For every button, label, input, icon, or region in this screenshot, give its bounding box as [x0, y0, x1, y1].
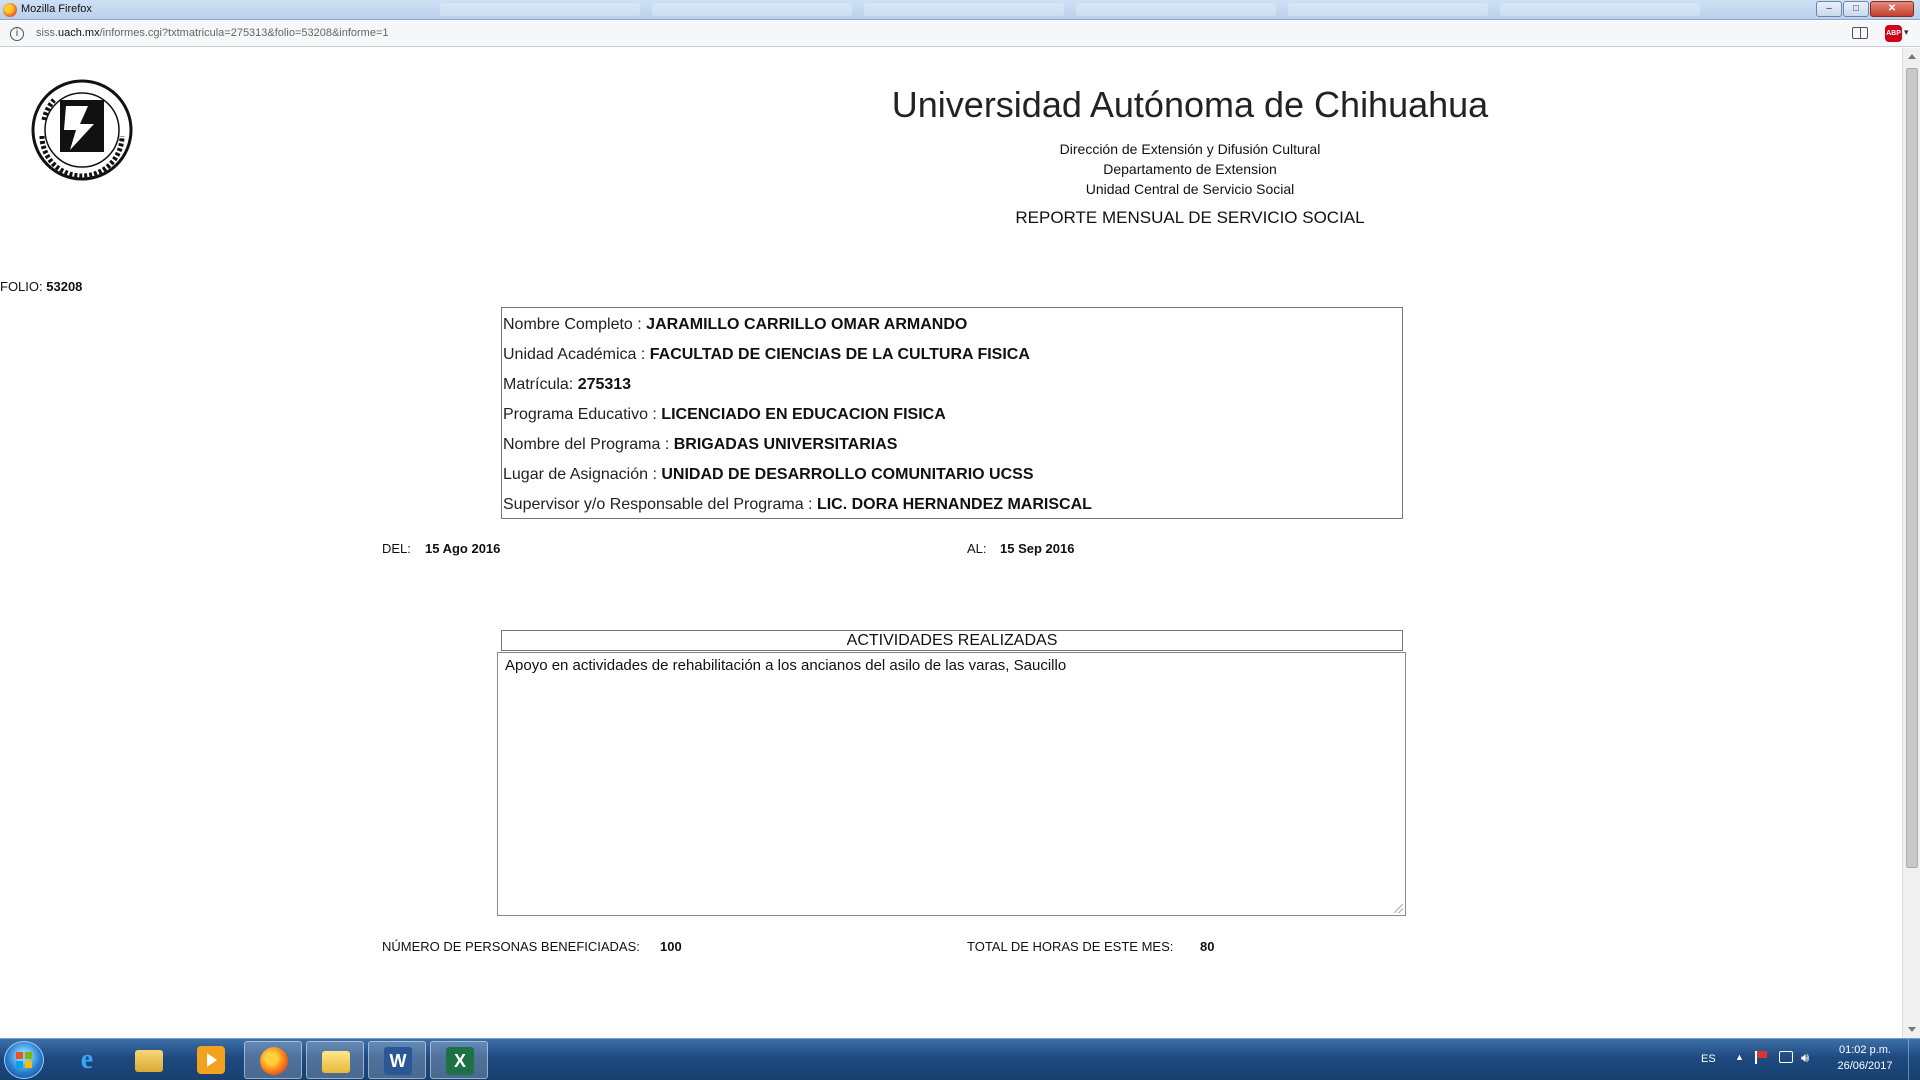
university-name: Universidad Autónoma de Chihuahua: [891, 84, 1489, 125]
row-value: BRIGADAS UNIVERSITARIAS: [673, 436, 898, 453]
page-content: Universidad Autónoma de Chihuahua Direcc…: [0, 48, 1902, 1038]
academic-unit-row: Unidad Académica : FACULTAD DE CIENCIAS …: [502, 340, 1402, 370]
window-titlebar: Mozilla Firefox – □ ✕: [0, 0, 1920, 20]
clock-date[interactable]: 26/06/2017: [1830, 1060, 1900, 1072]
volume-icon[interactable]: 🔊︎: [1801, 1050, 1809, 1066]
action-center-flag-icon[interactable]: [1755, 1051, 1769, 1064]
row-label: Nombre del Programa :: [503, 436, 674, 453]
minimize-button[interactable]: –: [1816, 1, 1842, 17]
taskbar-excel[interactable]: X: [430, 1041, 488, 1079]
activities-header: ACTIVIDADES REALIZADAS: [501, 630, 1403, 651]
internet-explorer-icon: e: [80, 1044, 94, 1075]
row-value: LICENCIADO EN EDUCACION FISICA: [661, 406, 946, 423]
activities-text: Apoyo en actividades de rehabilitación a…: [505, 657, 1067, 674]
show-desktop-button[interactable]: [1908, 1039, 1920, 1080]
scrollbar-thumb[interactable]: [1906, 68, 1918, 868]
scroll-down-icon[interactable]: [1908, 1027, 1916, 1032]
taskbar-folder[interactable]: [306, 1041, 364, 1079]
url-prefix: siss.: [36, 27, 58, 39]
network-icon[interactable]: [1779, 1051, 1793, 1063]
scroll-up-icon[interactable]: [1908, 54, 1916, 59]
supervisor-row: Supervisor y/o Responsable del Programa …: [502, 490, 1402, 520]
folio-value: 53208: [46, 279, 83, 294]
row-value: FACULTAD DE CIENCIAS DE LA CULTURA FISIC…: [649, 346, 1030, 363]
monthly-hours-value: 80: [1200, 939, 1215, 954]
close-button[interactable]: ✕: [1870, 1, 1914, 17]
url-domain: uach.mx: [58, 27, 100, 39]
row-label: Supervisor y/o Responsable del Programa …: [503, 496, 817, 513]
window-controls: – □ ✕: [1815, 1, 1914, 18]
word-icon: W: [384, 1047, 412, 1075]
row-value: UNIDAD DE DESARROLLO COMUNITARIO UCSS: [661, 466, 1034, 483]
language-indicator[interactable]: ES: [1701, 1053, 1721, 1065]
windows-logo-icon: [16, 1052, 32, 1068]
vertical-scrollbar[interactable]: [1902, 48, 1920, 1038]
student-info-box: Nombre Completo : JARAMILLO CARRILLO OMA…: [501, 307, 1403, 519]
taskbar-media-player[interactable]: [182, 1041, 240, 1079]
reader-view-icon[interactable]: [1852, 27, 1868, 39]
university-seal-logo: [31, 79, 133, 181]
media-player-icon: [197, 1046, 225, 1074]
row-value: 275313: [577, 376, 632, 393]
row-label: Lugar de Asignación :: [503, 466, 662, 483]
site-info-icon[interactable]: i: [10, 27, 24, 41]
department-line: Departamento de Extension: [1103, 161, 1277, 177]
unit-line: Unidad Central de Servicio Social: [1085, 181, 1295, 197]
show-hidden-icons-icon[interactable]: ▲: [1735, 1052, 1744, 1062]
row-label: Nombre Completo :: [503, 316, 647, 333]
url-path: /informes.cgi?txtmatricula=275313&folio=…: [99, 27, 389, 39]
period-from-label: DEL:: [382, 541, 411, 556]
period-to-value: 15 Sep 2016: [1000, 541, 1075, 556]
file-explorer-icon: [135, 1050, 163, 1072]
firefox-icon: [260, 1047, 288, 1075]
resize-grip-icon[interactable]: [1394, 904, 1403, 913]
maximize-button[interactable]: □: [1843, 1, 1869, 17]
period-to-label: AL:: [967, 541, 987, 556]
address-bar: i siss.uach.mx/informes.cgi?txtmatricula…: [0, 21, 1920, 47]
beneficiaries-label: NÚMERO DE PERSONAS BENEFICIADAS:: [382, 939, 640, 954]
start-button[interactable]: [4, 1041, 44, 1079]
enrollment-row: Matrícula: 275313: [502, 370, 1402, 400]
windows-taskbar: e W X ES ▲ 🔊︎ 01:02 p.m. 26/06/2017: [0, 1038, 1920, 1080]
clock-time[interactable]: 01:02 p.m.: [1830, 1044, 1900, 1056]
excel-icon: X: [446, 1047, 474, 1075]
url-field[interactable]: siss.uach.mx/informes.cgi?txtmatricula=2…: [36, 27, 389, 39]
period-from-value: 15 Ago 2016: [425, 541, 501, 556]
folio: FOLIO: 53208: [0, 279, 82, 294]
folder-icon: [322, 1051, 350, 1073]
taskbar-file-explorer[interactable]: [120, 1041, 178, 1079]
row-label: Programa Educativo :: [503, 406, 662, 423]
report-title: REPORTE MENSUAL DE SERVICIO SOCIAL: [1015, 208, 1365, 227]
taskbar-internet-explorer[interactable]: e: [58, 1041, 116, 1079]
program-name-row: Nombre del Programa : BRIGADAS UNIVERSIT…: [502, 430, 1402, 460]
directorate-line: Dirección de Extensión y Difusión Cultur…: [1059, 141, 1321, 157]
window-title: Mozilla Firefox: [21, 3, 92, 15]
folio-label: FOLIO:: [0, 279, 43, 294]
beneficiaries-value: 100: [660, 939, 682, 954]
firefox-icon: [3, 3, 17, 17]
monthly-hours-label: TOTAL DE HORAS DE ESTE MES:: [967, 939, 1174, 954]
row-value: JARAMILLO CARRILLO OMAR ARMANDO: [646, 316, 968, 333]
row-label: Unidad Académica :: [503, 346, 650, 363]
background-window-tabs: [440, 3, 1740, 17]
taskbar-word[interactable]: W: [368, 1041, 426, 1079]
educational-program-row: Programa Educativo : LICENCIADO EN EDUCA…: [502, 400, 1402, 430]
activities-textarea[interactable]: Apoyo en actividades de rehabilitación a…: [497, 652, 1406, 916]
assignment-place-row: Lugar de Asignación : UNIDAD DE DESARROL…: [502, 460, 1402, 490]
row-value: LIC. DORA HERNANDEZ MARISCAL: [816, 496, 1092, 513]
row-label: Matrícula:: [503, 376, 578, 393]
chevron-down-icon[interactable]: ▾: [1904, 27, 1909, 38]
student-name-row: Nombre Completo : JARAMILLO CARRILLO OMA…: [502, 310, 1402, 340]
taskbar-firefox[interactable]: [244, 1041, 302, 1079]
adblock-plus-icon[interactable]: ABP: [1885, 25, 1902, 42]
